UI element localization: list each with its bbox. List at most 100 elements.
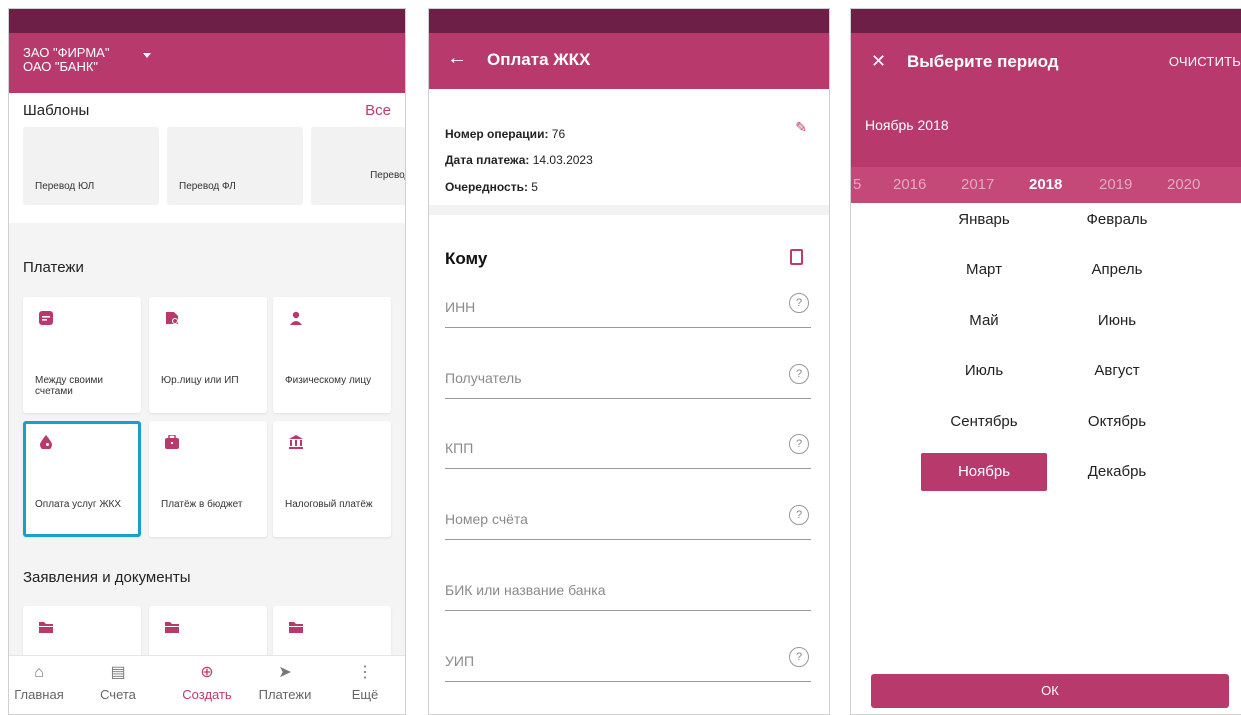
- folder-icon: [165, 622, 179, 633]
- payment-individual-card[interactable]: Физическому лицу: [273, 297, 391, 413]
- operation-number-value: 76: [551, 127, 566, 141]
- bank-name: ОАО "БАНК": [23, 59, 99, 74]
- org-header[interactable]: ЗАО "ФИРМА" ОАО "БАНК": [9, 33, 405, 97]
- nav-label: Создать: [182, 687, 232, 702]
- payment-utilities-card[interactable]: Оплата услуг ЖКХ: [23, 421, 141, 537]
- nav-label: Ещё: [351, 687, 379, 702]
- year-item[interactable]: 2016: [893, 176, 926, 193]
- pencil-icon[interactable]: ✎: [795, 119, 807, 136]
- year-selector: 5 2016 2017 2018 2019 2020: [851, 167, 1241, 203]
- year-item-selected[interactable]: 2018: [1029, 176, 1062, 193]
- month-item[interactable]: Май: [921, 302, 1047, 340]
- template-label: Перевод ФЛ: [179, 181, 236, 192]
- chevron-down-icon[interactable]: [143, 53, 151, 58]
- payment-own-accounts-card[interactable]: Между своими счетами: [23, 297, 141, 413]
- uip-field[interactable]: УИП ?: [445, 647, 811, 682]
- picker-header: ✕ Выберите период ОЧИСТИТЬ Ноябрь 2018: [851, 33, 1241, 167]
- payment-legal-card[interactable]: Юр.лицу или ИП: [149, 297, 267, 413]
- send-icon: ➤: [278, 664, 292, 681]
- month-item[interactable]: Январь: [921, 201, 1047, 239]
- clear-button[interactable]: ОЧИСТИТЬ: [1169, 54, 1241, 69]
- back-arrow-icon[interactable]: ←: [447, 47, 467, 70]
- nav-accounts[interactable]: ▤ Счета: [82, 662, 154, 702]
- payment-order: Очередность: 5: [445, 180, 538, 194]
- month-item-selected[interactable]: Ноябрь: [921, 453, 1047, 491]
- payment-budget-card[interactable]: Платёж в бюджет: [149, 421, 267, 537]
- page-title: Оплата ЖКХ: [487, 50, 591, 69]
- help-icon[interactable]: ?: [789, 505, 809, 525]
- recipient-form: Кому ИНН ? Получатель ? КПП ? Номер счёт…: [429, 215, 829, 714]
- folder-icon: [39, 622, 53, 633]
- month-item[interactable]: Июль: [921, 352, 1047, 390]
- org-switcher[interactable]: ЗАО "ФИРМА" ОАО "БАНК": [23, 46, 109, 74]
- month-item[interactable]: Декабрь: [1054, 453, 1180, 491]
- template-card[interactable]: Перевод ФЛ: [167, 127, 303, 205]
- document-icon[interactable]: [790, 249, 803, 265]
- card-label: Оплата услуг ЖКХ: [35, 499, 122, 510]
- period-picker-screen: ✕ Выберите период ОЧИСТИТЬ Ноябрь 2018 5…: [850, 8, 1241, 715]
- nav-label: Счета: [100, 687, 136, 702]
- month-item[interactable]: Октябрь: [1054, 403, 1180, 441]
- field-placeholder: ИНН: [445, 299, 476, 315]
- section-title: Кому: [445, 249, 488, 268]
- recipient-field[interactable]: Получатель ?: [445, 364, 811, 399]
- payments-title: Платежи: [23, 259, 84, 276]
- payment-tax-card[interactable]: Налоговый платёж: [273, 421, 391, 537]
- month-item[interactable]: Апрель: [1054, 251, 1180, 289]
- template-card[interactable]: Перевод между счетами: [311, 127, 405, 205]
- payment-date-value: 14.03.2023: [532, 153, 593, 167]
- app-bar: ← Оплата ЖКХ: [429, 33, 829, 89]
- documents-title: Заявления и документы: [23, 569, 191, 586]
- home-icon: ⌂: [34, 664, 44, 681]
- field-placeholder: Номер счёта: [445, 511, 528, 527]
- field-placeholder: КПП: [445, 440, 474, 456]
- field-placeholder: БИК или название банка: [445, 582, 606, 598]
- field-placeholder: УИП: [445, 653, 475, 669]
- nav-create[interactable]: ⊕ Создать: [171, 662, 243, 702]
- payment-date-label: Дата платежа:: [445, 153, 530, 167]
- create-screen: ЗАО "ФИРМА" ОАО "БАНК" Шаблоны Все Перев…: [8, 8, 406, 715]
- month-item[interactable]: Июнь: [1054, 302, 1180, 340]
- nav-payments[interactable]: ➤ Платежи: [249, 662, 321, 702]
- month-item[interactable]: Август: [1054, 352, 1180, 390]
- year-item[interactable]: 2020: [1167, 176, 1200, 193]
- bank-field[interactable]: БИК или название банка: [445, 576, 811, 611]
- nav-label: Платежи: [258, 687, 312, 702]
- card-label: Между своими счетами: [35, 375, 104, 397]
- help-icon[interactable]: ?: [789, 434, 809, 454]
- templates-section: Шаблоны Все Перевод ЮЛ Перевод ФЛ Перево…: [9, 93, 405, 223]
- month-item[interactable]: Февраль: [1054, 201, 1180, 239]
- inn-field[interactable]: ИНН ?: [445, 293, 811, 328]
- account-icon: ▤: [110, 664, 126, 681]
- field-placeholder: Получатель: [445, 370, 522, 386]
- payment-order-label: Очередность:: [445, 180, 528, 194]
- drop-icon: [40, 435, 52, 449]
- ok-button[interactable]: ОК: [871, 674, 1229, 708]
- more-icon: ⋮: [357, 664, 373, 681]
- year-item[interactable]: 2019: [1099, 176, 1132, 193]
- close-icon[interactable]: ✕: [871, 51, 886, 72]
- nav-more[interactable]: ⋮ Ещё: [329, 662, 401, 702]
- kpp-field[interactable]: КПП ?: [445, 434, 811, 469]
- account-number-field[interactable]: Номер счёта ?: [445, 505, 811, 540]
- operation-number-label: Номер операции:: [445, 127, 549, 141]
- template-label: Перевод ЮЛ: [35, 181, 95, 192]
- document-icon: [39, 311, 53, 325]
- month-item[interactable]: Март: [921, 251, 1047, 289]
- help-icon[interactable]: ?: [789, 364, 809, 384]
- operation-info: Номер операции: 76 Дата платежа: 14.03.2…: [429, 89, 829, 205]
- nav-home[interactable]: ⌂ Главная: [9, 662, 75, 702]
- nav-label: Главная: [14, 687, 64, 702]
- year-item[interactable]: 2017: [961, 176, 994, 193]
- payment-order-value: 5: [531, 180, 538, 194]
- templates-all-link[interactable]: Все: [365, 102, 391, 119]
- month-item[interactable]: Сентябрь: [921, 403, 1047, 441]
- bottom-navigation: ⌂ Главная ▤ Счета ⊕ Создать ➤ Платежи ⋮ …: [9, 655, 405, 714]
- year-item[interactable]: 5: [853, 176, 861, 193]
- folder-icon: [289, 622, 303, 633]
- help-icon[interactable]: ?: [789, 293, 809, 313]
- template-card[interactable]: Перевод ЮЛ: [23, 127, 159, 205]
- templates-title: Шаблоны: [23, 102, 90, 119]
- template-label: Перевод между счетами: [370, 170, 405, 181]
- help-icon[interactable]: ?: [789, 647, 809, 667]
